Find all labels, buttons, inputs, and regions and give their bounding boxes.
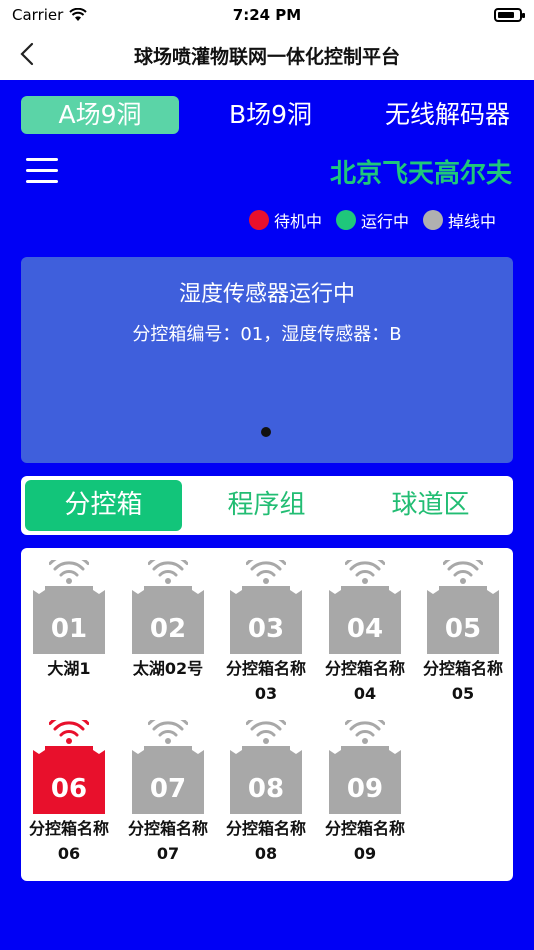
tab-wireless-decoder[interactable]: 无线解码器 [385,96,510,134]
control-box-number: 01 [50,614,88,644]
control-box-icon: 03 [230,586,302,654]
legend-offline: 掉线中 [422,208,496,232]
control-box-tile[interactable]: 05 分控箱名称05 [423,560,503,706]
running-dot-icon [335,210,356,230]
control-box-name: 分控箱名称09 [325,819,406,863]
control-box-tile[interactable]: 06 分控箱名称06 [29,720,109,866]
wifi-signal-icon [148,560,188,584]
control-box-icon: 08 [230,746,302,814]
control-box-number: 08 [247,774,285,804]
control-box-icon: 05 [427,586,499,654]
control-box-number: 07 [149,774,187,804]
control-box-grid: 01 大湖1 02 太湖02号 03 分控箱名称03 04 分控箱名称04 05 分控箱名称05 0… [21,548,513,881]
wifi-signal-icon [443,560,483,584]
status-banner[interactable]: 湿度传感器运行中 分控箱编号：01，湿度传感器：B [21,257,513,463]
segmented-control: 分控箱 程序组 球道区 [21,476,513,535]
legend-label: 运行中 [360,212,409,231]
control-box-number: 06 [50,774,88,804]
wifi-signal-icon [246,560,286,584]
page-title: 球场喷灌物联网一体化控制平台 [133,45,400,68]
control-box-number: 05 [444,614,482,644]
control-box-number: 02 [149,614,187,644]
wifi-signal-icon [345,720,385,744]
control-box-icon: 07 [132,746,204,814]
status-bar: Carrier 7:24 PM [0,0,534,30]
wifi-status-icon [69,8,88,21]
control-box-name: 分控箱名称07 [128,819,209,863]
control-box-name: 分控箱名称08 [226,819,307,863]
control-box-name: 分控箱名称03 [226,659,307,703]
wifi-signal-icon [49,720,89,744]
control-box-tile[interactable]: 03 分控箱名称03 [226,560,306,706]
control-box-icon: 09 [329,746,401,814]
back-chevron-icon[interactable] [14,38,42,70]
legend-label: 掉线中 [447,212,496,231]
control-box-tile[interactable]: 01 大湖1 [29,560,109,681]
carrier-label: Carrier [12,6,64,24]
control-box-name: 分控箱名称04 [325,659,406,703]
control-box-name: 分控箱名称06 [29,819,110,863]
control-box-icon: 02 [132,586,204,654]
tab-field-b[interactable]: B场9洞 [229,96,312,134]
control-box-tile[interactable]: 04 分控箱名称04 [325,560,405,706]
control-box-tile[interactable]: 02 太湖02号 [128,560,208,681]
brand-name: 北京飞天高尔夫 [329,159,512,189]
banner-detail: 分控箱编号：01，湿度传感器：B [132,324,402,345]
control-box-icon: 01 [33,586,105,654]
page-indicator-dot [261,427,271,437]
segment-fairway-zone[interactable]: 球道区 [352,480,509,531]
control-box-tile[interactable]: 09 分控箱名称09 [325,720,405,866]
control-box-name: 分控箱名称05 [423,659,504,703]
wifi-signal-icon [148,720,188,744]
control-box-number: 03 [247,614,285,644]
legend-label: 待机中 [273,212,322,231]
control-box-icon: 06 [33,746,105,814]
segment-control-box[interactable]: 分控箱 [25,480,182,531]
control-box-tile[interactable]: 07 分控箱名称07 [128,720,208,866]
wifi-signal-icon [246,720,286,744]
wifi-signal-icon [345,560,385,584]
legend-standby: 待机中 [248,208,322,232]
legend-running: 运行中 [335,208,409,232]
control-box-tile[interactable]: 08 分控箱名称08 [226,720,306,866]
banner-title: 湿度传感器运行中 [178,282,355,307]
status-legend: 待机中 运行中 掉线中 [248,208,496,232]
control-box-name: 大湖1 [47,659,91,678]
control-box-number: 04 [346,614,384,644]
control-box-number: 09 [346,774,384,804]
nav-bar: 球场喷灌物联网一体化控制平台 [0,30,534,80]
standby-dot-icon [248,210,269,230]
tab-field-a[interactable]: A场9洞 [21,96,179,134]
segment-program-group[interactable]: 程序组 [188,480,345,531]
hamburger-menu-icon[interactable] [26,158,58,186]
battery-icon [494,8,525,22]
offline-dot-icon [422,210,443,230]
control-box-icon: 04 [329,586,401,654]
control-box-name: 太湖02号 [132,659,204,678]
field-tabs: A场9洞 B场9洞 无线解码器 [0,92,534,138]
status-left: Carrier [12,6,88,24]
wifi-signal-icon [49,560,89,584]
